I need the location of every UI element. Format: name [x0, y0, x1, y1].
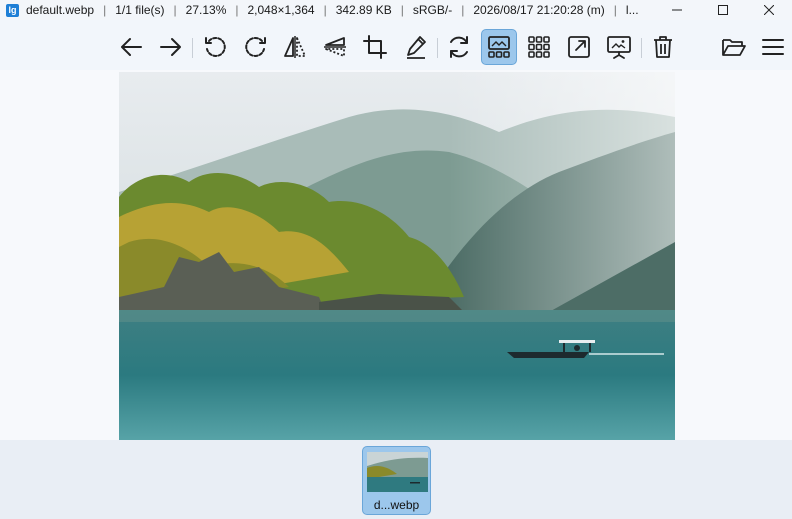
thumbnail-label: d...webp — [373, 498, 420, 512]
rotate-left-icon — [205, 36, 226, 57]
slideshow-button[interactable] — [601, 29, 637, 65]
flip-horizontal-icon — [284, 36, 306, 58]
filmstrip-view-button[interactable] — [481, 29, 517, 65]
separator: | — [400, 3, 404, 17]
arrow-left-icon — [121, 38, 142, 56]
zoom-level: 27.13% — [185, 3, 227, 17]
arrow-right-icon — [160, 38, 181, 56]
crop-icon — [363, 35, 387, 59]
toolbar-divider — [192, 38, 193, 58]
open-folder-icon — [722, 39, 746, 56]
flip-vertical-button[interactable] — [317, 29, 353, 65]
slideshow-icon — [607, 36, 631, 59]
flip-vertical-icon — [324, 37, 346, 57]
main-menu-button[interactable] — [755, 29, 791, 65]
close-icon — [764, 5, 774, 15]
fullscreen-icon — [568, 36, 590, 58]
menu-icon — [762, 39, 784, 55]
minimize-button[interactable] — [654, 0, 700, 20]
open-folder-button[interactable] — [716, 29, 752, 65]
flip-horizontal-button[interactable] — [277, 29, 313, 65]
thumbnail-item[interactable]: d...webp — [362, 446, 431, 515]
file-count: 1/1 file(s) — [115, 3, 165, 17]
minimize-icon — [672, 9, 682, 11]
edit-pen-icon — [407, 36, 426, 59]
separator: | — [323, 3, 327, 17]
separator: | — [613, 3, 617, 17]
main-photo[interactable] — [119, 72, 675, 440]
toolbar-divider — [641, 38, 642, 58]
app-logo-icon: lg — [6, 3, 19, 17]
rotate-right-icon — [245, 36, 266, 57]
toolbar-divider — [437, 38, 438, 58]
file-size: 342.89 KB — [335, 3, 392, 17]
filmstrip-view-icon — [488, 36, 510, 58]
toolbar — [0, 28, 792, 68]
rotate-right-button[interactable] — [238, 29, 274, 65]
maximize-button[interactable] — [700, 0, 746, 20]
grid-view-icon — [528, 36, 550, 58]
edit-button[interactable] — [398, 29, 434, 65]
separator: | — [235, 3, 239, 17]
delete-button[interactable] — [645, 29, 681, 65]
next-button[interactable] — [153, 29, 189, 65]
refresh-icon — [450, 36, 468, 58]
previous-button[interactable] — [113, 29, 149, 65]
crop-button[interactable] — [357, 29, 393, 65]
thumbnail-strip: d...webp — [0, 440, 792, 519]
fullscreen-button[interactable] — [561, 29, 597, 65]
grid-view-button[interactable] — [521, 29, 557, 65]
thumbnail-image — [367, 452, 428, 492]
close-button[interactable] — [746, 0, 792, 20]
trash-icon — [654, 36, 672, 58]
refresh-button[interactable] — [441, 29, 477, 65]
separator: | — [103, 3, 107, 17]
maximize-icon — [718, 5, 728, 15]
rotate-left-button[interactable] — [197, 29, 233, 65]
window-title-filename: default.webp — [26, 3, 95, 17]
file-datetime: 2026/08/17 21:20:28 (m) — [473, 3, 605, 17]
separator: | — [461, 3, 465, 17]
separator: | — [173, 3, 177, 17]
color-profile: sRGB/- — [412, 3, 453, 17]
image-viewer[interactable] — [0, 70, 792, 440]
truncated-info: l... — [625, 3, 639, 17]
title-bar: lg default.webp | 1/1 file(s) | 27.13% |… — [0, 0, 792, 20]
image-dimensions: 2,048×1,364 — [247, 3, 315, 17]
